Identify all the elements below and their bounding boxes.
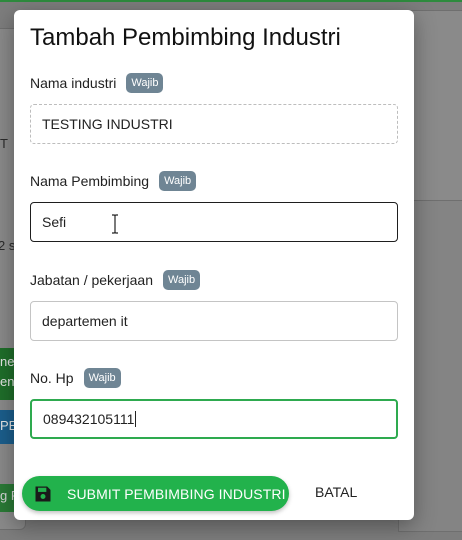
submit-label: SUBMIT PEMBIMBING INDUSTRI [67, 485, 286, 502]
supervisor-name-field: Nama Pembimbing Wajib Sefi [30, 170, 398, 242]
position-input[interactable]: departemen it [30, 301, 398, 341]
phone-value: 089432105111 [43, 411, 135, 427]
dialog-title: Tambah Pembimbing Industri [30, 24, 341, 51]
phone-input[interactable]: 089432105111 [30, 399, 398, 439]
phone-field: No. Hp Wajib 089432105111 [30, 367, 398, 439]
required-badge: Wajib [162, 270, 201, 290]
submit-supervisor-button[interactable]: SUBMIT PEMBIMBING INDUSTRI [22, 476, 289, 511]
supervisor-name-label: Nama Pembimbing [30, 173, 150, 189]
save-icon [35, 486, 51, 501]
required-badge: Wajib [159, 171, 197, 191]
add-industry-supervisor-dialog: Tambah Pembimbing Industri Nama industri… [14, 10, 414, 520]
position-label: Jabatan / pekerjaan [30, 272, 153, 288]
ibeam-cursor-icon [112, 214, 118, 234]
industry-name-label: Nama industri [30, 75, 117, 91]
background-text-fragment: ne [0, 354, 15, 369]
supervisor-name-input[interactable]: Sefi [30, 202, 398, 242]
industry-name-value: TESTING INDUSTRI [42, 116, 173, 132]
phone-label: No. Hp [30, 370, 74, 386]
supervisor-name-value: Sefi [42, 214, 67, 230]
industry-name-input[interactable]: TESTING INDUSTRI [30, 104, 398, 144]
background-text-fragment: T [0, 136, 8, 151]
text-caret [135, 411, 137, 427]
cancel-button[interactable]: BATAL [315, 484, 357, 500]
position-value: departemen it [42, 313, 128, 329]
background-top-bar [0, 0, 462, 2]
industry-name-field: Nama industri Wajib TESTING INDUSTRI [30, 72, 398, 144]
required-badge: Wajib [83, 368, 121, 388]
position-field: Jabatan / pekerjaan Wajib departemen it [30, 269, 398, 341]
required-badge: Wajib [126, 73, 164, 93]
background-text-fragment: en [0, 374, 15, 389]
